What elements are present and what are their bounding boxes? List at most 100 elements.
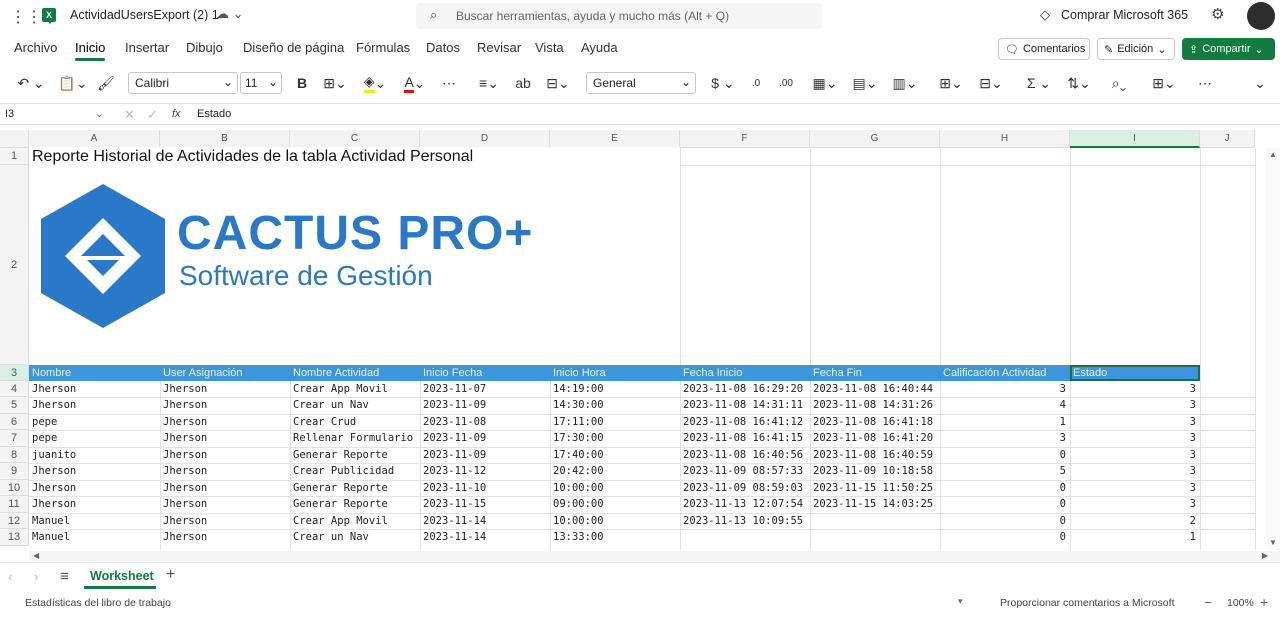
header-calificacion[interactable]: Calificación Actividad: [940, 365, 1070, 381]
table-cell[interactable]: 2023-11-14: [420, 529, 550, 545]
table-cell[interactable]: Crear App Movil: [290, 513, 420, 529]
table-cell[interactable]: juanito: [29, 447, 160, 463]
find-icon[interactable]: ⌕⌄: [1102, 72, 1136, 94]
row-header[interactable]: 7: [0, 430, 29, 447]
share-button[interactable]: ⇪ Compartir ⌄: [1182, 38, 1275, 60]
table-cell[interactable]: 1: [940, 414, 1070, 430]
table-cell[interactable]: 5: [940, 463, 1070, 479]
table-cell[interactable]: 10:00:00: [550, 513, 680, 529]
table-cell[interactable]: 2023-11-09: [420, 447, 550, 463]
table-cell[interactable]: 0: [940, 480, 1070, 496]
increase-decimal-icon[interactable]: .0: [746, 72, 766, 94]
table-cell[interactable]: 2023-11-08 16:40:44: [810, 381, 940, 397]
name-box[interactable]: I3 ⌄: [0, 104, 108, 124]
tab-diseno-pagina[interactable]: Diseño de página: [243, 40, 344, 55]
table-cell[interactable]: 17:40:00: [550, 447, 680, 463]
title-cell[interactable]: Reporte Historial de Actividades de la t…: [29, 147, 680, 166]
table-cell[interactable]: Jherson: [160, 397, 290, 413]
table-cell[interactable]: [680, 529, 810, 545]
table-cell[interactable]: 2023-11-13 10:09:55: [680, 513, 810, 529]
paste-icon[interactable]: 📋⌄: [56, 72, 90, 94]
autosum-icon[interactable]: Σ ⌄: [1022, 72, 1056, 94]
col-header-h[interactable]: H: [940, 130, 1070, 148]
table-cell[interactable]: 3: [1070, 414, 1200, 430]
table-cell[interactable]: 3: [1070, 381, 1200, 397]
zoom-level[interactable]: 100%: [1227, 597, 1254, 609]
table-cell[interactable]: Jherson: [29, 496, 160, 512]
table-cell[interactable]: Jherson: [29, 480, 160, 496]
header-fecha-fin[interactable]: Fecha Fin: [810, 365, 940, 381]
prev-sheet-icon[interactable]: ‹: [8, 569, 12, 584]
zoom-in-icon[interactable]: +: [1260, 594, 1268, 610]
currency-icon[interactable]: $ ⌄: [706, 72, 740, 94]
function-icon[interactable]: fx: [172, 108, 181, 120]
header-fecha-inicio[interactable]: Fecha Inicio: [680, 365, 810, 381]
horizontal-scrollbar[interactable]: ◀ ▶: [29, 551, 1280, 561]
header-nombre[interactable]: Nombre: [29, 365, 160, 381]
table-cell[interactable]: Jherson: [160, 529, 290, 545]
table-cell[interactable]: 2: [1070, 513, 1200, 529]
insert-cells-icon[interactable]: ⊞⌄: [934, 72, 968, 94]
scroll-up-icon[interactable]: ▲: [1269, 150, 1277, 159]
font-color-icon[interactable]: A ⌄: [398, 72, 432, 94]
table-cell[interactable]: Jherson: [160, 480, 290, 496]
table-cell[interactable]: 2023-11-09: [420, 430, 550, 446]
col-header-f[interactable]: F: [680, 130, 810, 148]
merge-icon[interactable]: ⊟⌄: [540, 72, 576, 94]
table-cell[interactable]: 2023-11-08 16:41:20: [810, 430, 940, 446]
table-cell[interactable]: 4: [940, 397, 1070, 413]
fill-color-icon[interactable]: ◈ ⌄: [358, 72, 392, 94]
row-header[interactable]: 3: [0, 365, 29, 381]
row-header[interactable]: 6: [0, 414, 29, 430]
table-cell[interactable]: 0: [940, 496, 1070, 512]
table-cell[interactable]: Crear Crud: [290, 414, 420, 430]
table-cell[interactable]: 2023-11-08 16:41:12: [680, 414, 810, 430]
row-header[interactable]: 12: [0, 513, 29, 529]
cancel-icon[interactable]: ✕: [124, 107, 135, 123]
table-cell[interactable]: 2023-11-08: [420, 414, 550, 430]
header-user-asignacion[interactable]: User Asignación: [160, 365, 290, 381]
table-cell[interactable]: 3: [1070, 480, 1200, 496]
table-cell[interactable]: 3: [1070, 447, 1200, 463]
table-cell[interactable]: 14:30:00: [550, 397, 680, 413]
table-cell[interactable]: 3: [1070, 463, 1200, 479]
next-sheet-icon[interactable]: ›: [34, 569, 38, 584]
table-cell[interactable]: 2023-11-10: [420, 480, 550, 496]
table-cell[interactable]: 3: [1070, 397, 1200, 413]
row-header[interactable]: 9: [0, 463, 29, 480]
table-cell[interactable]: 2023-11-08 16:41:15: [680, 430, 810, 446]
more-options-icon[interactable]: ⋯: [1194, 72, 1216, 94]
wrap-text-icon[interactable]: ab: [512, 72, 534, 94]
col-header-g[interactable]: G: [810, 130, 940, 148]
row-header[interactable]: 11: [0, 496, 29, 513]
table-cell[interactable]: Crear un Nav: [290, 529, 420, 545]
all-sheets-icon[interactable]: ≡: [60, 568, 69, 585]
font-size-select[interactable]: 11 ⌄: [240, 72, 282, 94]
row-header[interactable]: 8: [0, 447, 29, 463]
row-header[interactable]: 5: [0, 397, 29, 414]
search-box[interactable]: ⌕ Buscar herramientas, ayuda y mucho más…: [416, 3, 822, 29]
tab-dibujo[interactable]: Dibujo: [186, 40, 223, 55]
table-cell[interactable]: 2023-11-12: [420, 463, 550, 479]
enter-icon[interactable]: ✓: [147, 107, 158, 123]
table-cell[interactable]: Jherson: [29, 381, 160, 397]
align-icon[interactable]: ≡⌄: [472, 72, 506, 94]
col-header-i[interactable]: I: [1070, 130, 1200, 148]
table-cell[interactable]: 3: [940, 381, 1070, 397]
table-cell[interactable]: [810, 513, 940, 529]
table-cell[interactable]: Jherson: [160, 414, 290, 430]
more-font-options-icon[interactable]: ⋯: [438, 72, 460, 94]
table-cell[interactable]: 13:33:00: [550, 529, 680, 545]
table-cell[interactable]: 3: [1070, 430, 1200, 446]
tab-datos[interactable]: Datos: [426, 40, 460, 55]
table-cell[interactable]: Generar Reporte: [290, 447, 420, 463]
tab-archivo[interactable]: Archivo: [14, 40, 57, 55]
scroll-left-icon[interactable]: ◀: [33, 551, 39, 560]
table-cell[interactable]: 2023-11-14: [420, 513, 550, 529]
table-cell[interactable]: Jherson: [160, 381, 290, 397]
table-cell[interactable]: Generar Reporte: [290, 480, 420, 496]
table-cell[interactable]: Jherson: [160, 447, 290, 463]
table-cell[interactable]: Manuel: [29, 513, 160, 529]
col-header-j[interactable]: J: [1200, 130, 1255, 148]
table-cell[interactable]: 3: [1070, 496, 1200, 512]
